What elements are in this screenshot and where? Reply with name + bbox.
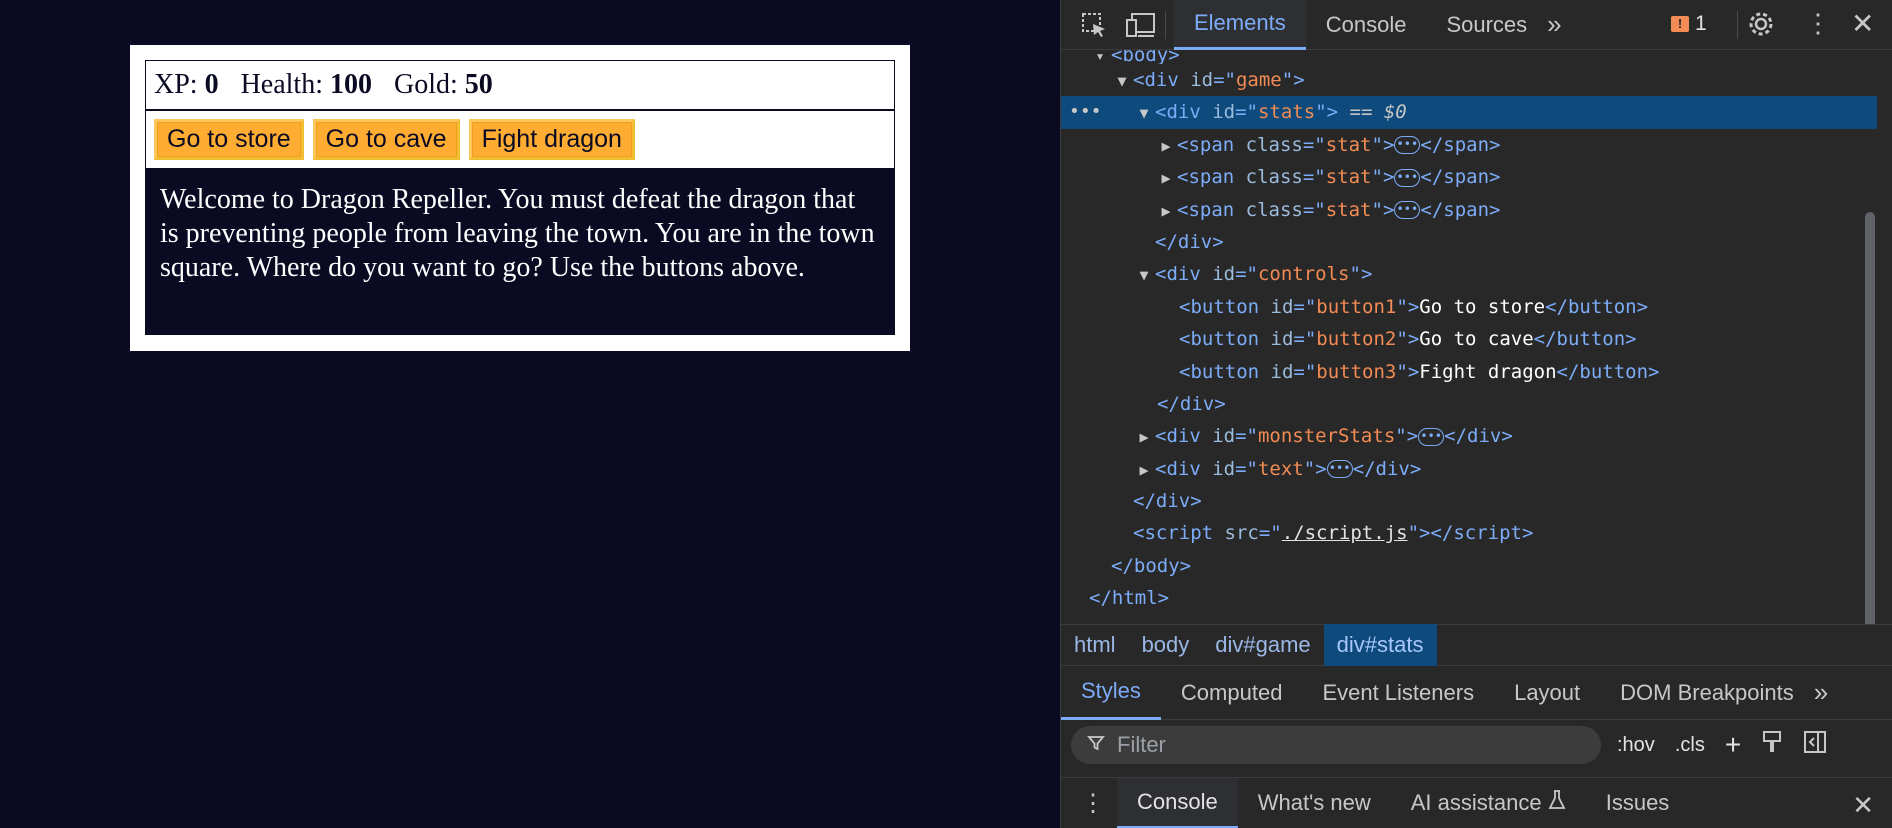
flask-icon (1548, 790, 1566, 816)
cls-toggle[interactable]: .cls (1675, 734, 1705, 757)
dom-line-close-body[interactable]: </body> (1061, 550, 1877, 582)
close-devtools-icon[interactable]: ✕ (1851, 7, 1874, 40)
breadcrumb-div-game[interactable]: div#game (1202, 624, 1323, 666)
breadcrumb-body[interactable]: body (1129, 624, 1203, 666)
filter-icon (1087, 732, 1105, 758)
dom-line-span[interactable]: ▶ <span class="stat"> ••• </span> (1061, 161, 1877, 193)
styles-filter-bar: Filter :hov .cls + (1061, 720, 1892, 770)
more-subtabs-icon[interactable]: » (1814, 677, 1828, 708)
drawer-tab-console[interactable]: Console (1117, 777, 1238, 828)
ellipsis-icon[interactable]: ••• (1394, 136, 1421, 155)
stat-health: Health: 100 (240, 69, 372, 100)
inspect-element-icon[interactable] (1079, 11, 1109, 39)
dom-line-close-div[interactable]: </div> (1061, 485, 1877, 517)
drawer-tab-issues[interactable]: Issues (1586, 778, 1690, 828)
collapse-icon[interactable]: ▼ (1133, 259, 1155, 291)
ai-assistance-label: AI assistance (1410, 790, 1542, 815)
stat-xp: XP: 0 (154, 69, 219, 100)
story-text: Welcome to Dragon Repeller. You must def… (145, 169, 895, 335)
ellipsis-icon[interactable]: ••• (1394, 168, 1421, 187)
drawer-tab-whats-new[interactable]: What's new (1238, 778, 1391, 828)
dom-line-game[interactable]: ▼ <div id="game"> (1061, 64, 1877, 96)
script-link[interactable]: ./script.js (1282, 522, 1408, 544)
dom-line-script[interactable]: <script src="./script.js"></script> (1061, 517, 1877, 549)
paint-brush-icon[interactable] (1761, 730, 1783, 760)
expand-icon[interactable]: ▶ (1133, 421, 1155, 453)
tab-sources[interactable]: Sources (1426, 0, 1547, 50)
dom-line-span[interactable]: ▶ <span class="stat"> ••• </span> (1061, 194, 1877, 226)
dom-line-close-div[interactable]: </div> (1061, 226, 1877, 258)
new-style-rule-icon[interactable]: + (1725, 729, 1741, 761)
drawer-menu-icon[interactable]: ⋮ (1081, 789, 1105, 818)
game-container: XP: 0 Health: 100 Gold: 50 Go to store G… (130, 45, 910, 351)
drawer-tabs: ⋮ Console What's new AI assistance Issue… (1061, 777, 1892, 828)
dom-line-span[interactable]: ▶ <span class="stat"> ••• </span> (1061, 129, 1877, 161)
issues-counter[interactable]: ! 1 (1671, 12, 1707, 36)
filter-placeholder: Filter (1117, 732, 1166, 757)
row-actions-icon[interactable]: ••• (1069, 96, 1102, 128)
breadcrumb: html body div#game div#stats (1061, 624, 1892, 666)
dom-scrollbar[interactable] (1865, 212, 1875, 624)
more-tabs-icon[interactable]: » (1547, 9, 1561, 40)
drawer-tab-ai-assistance[interactable]: AI assistance (1391, 778, 1586, 828)
close-drawer-icon[interactable]: ✕ (1852, 790, 1874, 821)
dom-line-button[interactable]: <button id="button3">Fight dragon</butto… (1061, 356, 1877, 388)
devtools-panel: Elements Console Sources » ! 1 ⋮ ✕ ▾ <bod… (1060, 0, 1892, 828)
tab-event-listeners[interactable]: Event Listeners (1302, 666, 1494, 720)
tab-elements[interactable]: Elements (1174, 0, 1306, 50)
expand-icon[interactable]: ▶ (1133, 454, 1155, 486)
tab-layout[interactable]: Layout (1494, 666, 1600, 720)
ellipsis-icon[interactable]: ••• (1394, 201, 1421, 220)
breadcrumb-div-stats[interactable]: div#stats (1323, 624, 1437, 666)
device-toolbar-icon[interactable] (1125, 11, 1157, 39)
expand-icon[interactable]: ▶ (1155, 195, 1177, 227)
go-to-store-button[interactable]: Go to store (154, 119, 304, 160)
dom-line-text[interactable]: ▶ <div id="text"> ••• </div> (1061, 453, 1877, 485)
styles-subtabs: Styles Computed Event Listeners Layout D… (1061, 666, 1892, 720)
tab-styles[interactable]: Styles (1061, 666, 1161, 720)
fight-dragon-button[interactable]: Fight dragon (468, 119, 635, 160)
issues-count: 1 (1695, 12, 1707, 35)
controls: Go to store Go to cave Fight dragon (145, 110, 895, 169)
dom-line-button[interactable]: <button id="button2">Go to cave</button> (1061, 323, 1877, 355)
go-to-cave-button[interactable]: Go to cave (312, 119, 460, 160)
dom-line-close-html[interactable]: </html> (1061, 582, 1877, 614)
breadcrumb-html[interactable]: html (1061, 624, 1129, 666)
tab-console[interactable]: Console (1306, 0, 1427, 50)
dom-line-controls[interactable]: ▼ <div id="controls"> (1061, 258, 1877, 290)
settings-gear-icon[interactable] (1747, 10, 1775, 38)
dom-line-stats[interactable]: ••• ▼ <div id="stats"> == $0 (1061, 96, 1877, 129)
dom-line-monster[interactable]: ▶ <div id="monsterStats"> ••• </div> (1061, 420, 1877, 452)
filter-input[interactable]: Filter (1071, 726, 1601, 764)
ellipsis-icon[interactable]: ••• (1418, 427, 1445, 446)
hov-toggle[interactable]: :hov (1617, 734, 1655, 757)
expand-icon[interactable]: ▶ (1155, 162, 1177, 194)
stat-gold: Gold: 50 (394, 69, 493, 100)
expand-icon[interactable]: ▶ (1155, 130, 1177, 162)
tab-computed[interactable]: Computed (1161, 666, 1303, 720)
stats-bar: XP: 0 Health: 100 Gold: 50 (145, 60, 895, 110)
dom-line-button[interactable]: <button id="button1">Go to store</button… (1061, 291, 1877, 323)
collapse-icon[interactable]: ▼ (1111, 65, 1133, 97)
devtools-toolbar: Elements Console Sources » ! 1 ⋮ ✕ (1061, 0, 1892, 50)
ellipsis-icon[interactable]: ••• (1326, 460, 1353, 479)
warning-icon: ! (1671, 16, 1689, 32)
tab-dom-breakpoints[interactable]: DOM Breakpoints (1600, 666, 1814, 720)
dom-line-close-div[interactable]: </div> (1061, 388, 1877, 420)
dom-line-body[interactable]: ▾ <body> (1061, 50, 1877, 64)
dom-tree: ▾ <body> ▼ <div id="game"> ••• ▼ <div id="st… (1061, 50, 1877, 624)
collapse-icon[interactable]: ▼ (1133, 97, 1155, 129)
toggle-sidebar-icon[interactable] (1803, 730, 1827, 760)
more-options-icon[interactable]: ⋮ (1805, 8, 1831, 39)
